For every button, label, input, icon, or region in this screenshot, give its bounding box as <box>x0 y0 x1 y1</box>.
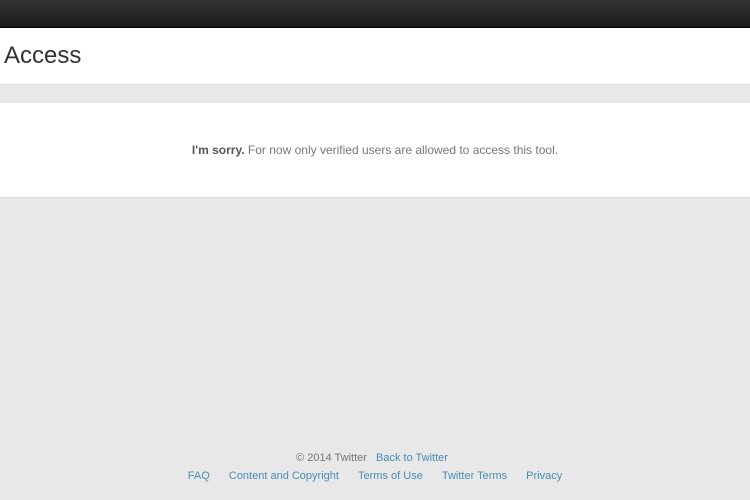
footer-link-terms-of-use[interactable]: Terms of Use <box>358 470 423 482</box>
page-title: Access <box>0 42 750 70</box>
access-denied-message: I'm sorry. For now only verified users a… <box>20 143 730 157</box>
page-footer: © 2014 Twitter Back to Twitter FAQ Conte… <box>0 452 750 482</box>
footer-line-1: © 2014 Twitter Back to Twitter <box>0 452 750 464</box>
access-message-card: I'm sorry. For now only verified users a… <box>0 103 750 198</box>
page-header: Access <box>0 28 750 85</box>
footer-link-twitter-terms[interactable]: Twitter Terms <box>442 470 507 482</box>
copyright-text: © 2014 Twitter <box>296 452 367 464</box>
footer-link-content-copyright[interactable]: Content and Copyright <box>229 470 339 482</box>
message-body: For now only verified users are allowed … <box>248 143 558 157</box>
footer-link-faq[interactable]: FAQ <box>188 470 210 482</box>
spacer <box>0 85 750 103</box>
message-prefix: I'm sorry. <box>192 143 245 157</box>
footer-line-2: FAQ Content and Copyright Terms of Use T… <box>0 470 750 482</box>
footer-link-privacy[interactable]: Privacy <box>526 470 562 482</box>
content-area <box>0 198 750 438</box>
back-to-twitter-link[interactable]: Back to Twitter <box>376 452 448 464</box>
top-navbar <box>0 0 750 28</box>
